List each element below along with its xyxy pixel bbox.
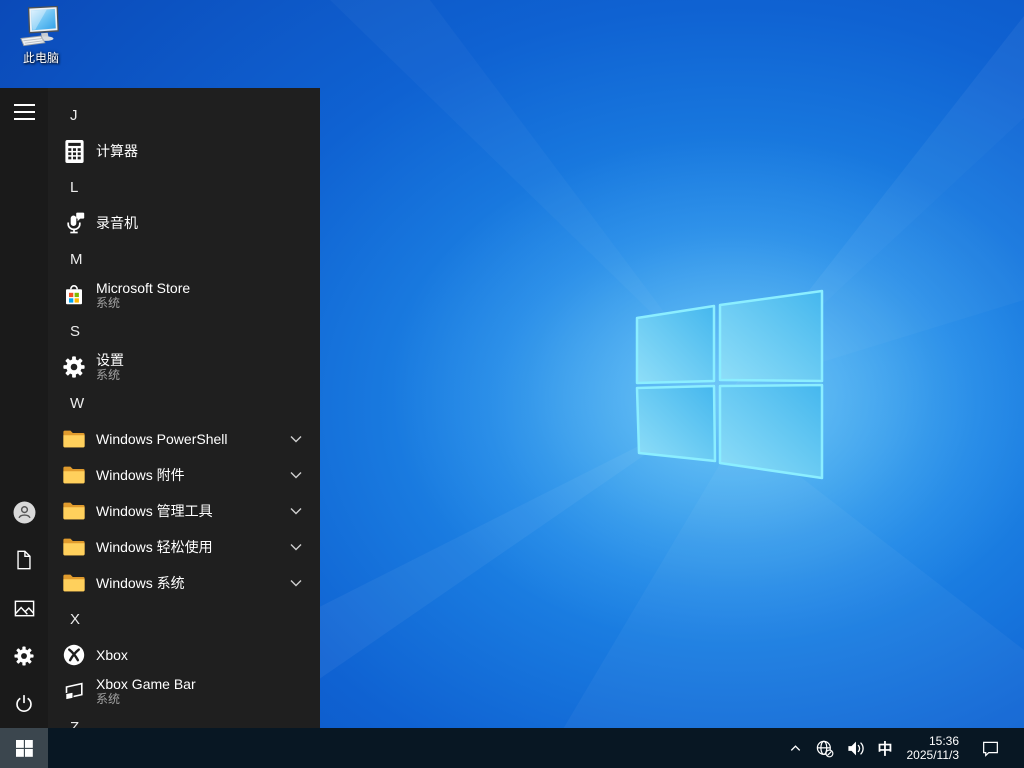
app-list-section-header[interactable]: M (48, 241, 320, 277)
chevron-down-icon (290, 543, 302, 551)
app-sublabel: 系统 (96, 692, 121, 706)
action-center-button[interactable] (975, 728, 1006, 768)
app-list-item[interactable]: Xbox Game Bar 系统 (48, 673, 320, 709)
app-icon (62, 679, 86, 703)
power-button[interactable] (0, 680, 48, 728)
document-icon (17, 550, 31, 570)
network-globe-offline-icon (817, 740, 834, 757)
app-icon (62, 355, 86, 379)
app-list: J 计算器 L 录音机 M Microsoft Store 系统 S 设置 系统… (48, 88, 320, 728)
app-label: Windows PowerShell (96, 431, 228, 447)
this-pc-icon (20, 6, 59, 47)
start-menu: J 计算器 L 录音机 M Microsoft Store 系统 S 设置 系统… (0, 88, 320, 728)
app-list-item[interactable]: 设置 系统 (48, 349, 320, 385)
app-label: Windows 管理工具 (96, 503, 213, 519)
chevron-down-icon (290, 507, 302, 515)
section-letter: S (70, 322, 81, 340)
chevron-down-icon (290, 579, 302, 587)
volume-icon (848, 741, 865, 755)
app-icon (62, 499, 86, 523)
start-button[interactable] (0, 728, 48, 768)
app-label: Xbox (96, 647, 128, 663)
section-letter: M (70, 250, 83, 268)
app-label: Windows 系统 (96, 575, 185, 591)
clock-time: 15:36 (928, 734, 959, 748)
volume-button[interactable] (840, 728, 871, 768)
user-avatar-icon (13, 501, 35, 523)
app-list-item[interactable]: 录音机 (48, 205, 320, 241)
section-letter: Z (70, 718, 80, 729)
desktop-icon-label: 此电脑 (22, 51, 59, 65)
app-label: 录音机 (96, 215, 138, 231)
pictures-button[interactable] (0, 584, 48, 632)
settings-button[interactable] (0, 632, 48, 680)
app-icon (62, 283, 86, 307)
section-letter: X (70, 610, 81, 628)
documents-button[interactable] (0, 536, 48, 584)
app-sublabel: 系统 (96, 296, 121, 310)
action-center-icon (983, 741, 998, 757)
system-tray: 中 15:36 2025/11/3 (782, 728, 1024, 768)
app-icon (62, 535, 86, 559)
section-letter: L (70, 178, 79, 196)
section-letter: J (70, 106, 78, 124)
app-list-item[interactable]: Microsoft Store 系统 (48, 277, 320, 313)
power-icon (16, 695, 32, 712)
expand-menu-button[interactable] (0, 88, 48, 136)
start-menu-rail (0, 88, 48, 728)
app-list-item[interactable]: Windows 轻松使用 (48, 529, 320, 565)
app-list-item[interactable]: Windows 附件 (48, 457, 320, 493)
app-icon (62, 643, 86, 667)
app-label: 设置 (96, 352, 124, 368)
show-hidden-icons-button[interactable] (782, 728, 809, 768)
app-list-section-header[interactable]: S (48, 313, 320, 349)
app-label: Microsoft Store (96, 280, 191, 296)
app-label: Windows 轻松使用 (96, 539, 213, 555)
app-icon (62, 427, 86, 451)
app-icon (62, 463, 86, 487)
windows-logo-icon (15, 739, 33, 757)
clock-date: 2025/11/3 (906, 748, 960, 762)
app-icon (62, 211, 86, 235)
desktop-icon-this-pc[interactable]: 此电脑 (8, 6, 74, 66)
app-list-item[interactable]: Windows 管理工具 (48, 493, 320, 529)
app-label: Xbox Game Bar (96, 676, 196, 692)
app-sublabel: 系统 (96, 368, 121, 382)
user-account-button[interactable] (0, 488, 48, 536)
app-list-section-header[interactable]: Z (48, 709, 320, 729)
app-list-section-header[interactable]: W (48, 385, 320, 421)
screen: 此电脑 J 计算器 L 录音机 M Microsoft Store 系统 S 设… (0, 0, 1024, 768)
pictures-icon (14, 600, 34, 616)
app-label: Windows 附件 (96, 467, 185, 483)
hamburger-icon (13, 104, 35, 120)
app-icon (62, 139, 86, 163)
app-list-item[interactable]: Xbox (48, 637, 320, 673)
app-list-section-header[interactable]: L (48, 169, 320, 205)
app-label: 计算器 (96, 143, 138, 159)
chevron-down-icon (290, 471, 302, 479)
chevron-down-icon (290, 435, 302, 443)
app-list-section-header[interactable]: X (48, 601, 320, 637)
app-icon (62, 571, 86, 595)
taskbar: 中 15:36 2025/11/3 (0, 728, 1024, 768)
chevron-up-icon (791, 744, 801, 751)
app-list-section-header[interactable]: J (48, 97, 320, 133)
gear-icon (14, 646, 34, 666)
taskbar-clock[interactable]: 15:36 2025/11/3 (899, 728, 968, 768)
app-list-item[interactable]: Windows 系统 (48, 565, 320, 601)
app-list-item[interactable]: 计算器 (48, 133, 320, 169)
app-list-item[interactable]: Windows PowerShell (48, 421, 320, 457)
ime-indicator[interactable]: 中 (871, 728, 898, 768)
network-status-button[interactable] (809, 728, 840, 768)
section-letter: W (70, 394, 85, 412)
